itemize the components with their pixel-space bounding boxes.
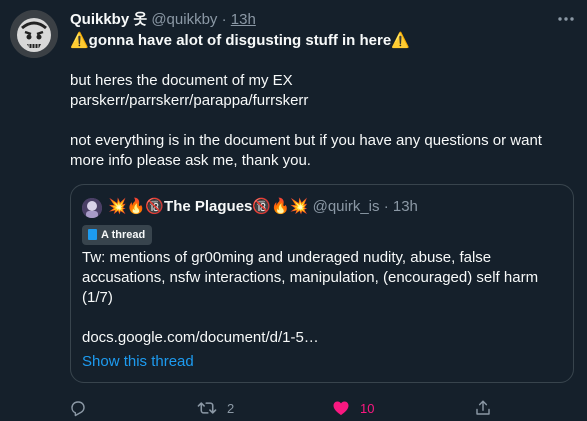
tweet-text-line: but heres the document of my EX bbox=[70, 72, 293, 89]
quoted-tweet-card[interactable]: 💥🔥🔞The Plagues🔞🔥💥 @quirk_is · 13h A thre… bbox=[70, 184, 574, 383]
quoted-author-name: 💥🔥🔞The Plagues🔞🔥💥 bbox=[108, 198, 309, 215]
quoted-timestamp: 13h bbox=[392, 198, 418, 215]
thread-badge-label: A thread bbox=[101, 229, 146, 241]
like-count: 10 bbox=[360, 400, 375, 416]
like-button[interactable]: 10 bbox=[332, 396, 374, 420]
reply-button[interactable] bbox=[69, 396, 97, 420]
tweet-text: ⚠️gonna have alot of disgusting stuff in… bbox=[70, 31, 570, 171]
tweet-header: Quikkby 옷 @quikkby · 13h bbox=[70, 10, 256, 30]
author-avatar[interactable] bbox=[10, 10, 58, 58]
quoted-link[interactable]: docs.google.com/document/d/1-5… bbox=[82, 328, 562, 348]
separator-dot: · bbox=[221, 11, 227, 28]
tweet[interactable]: Quikkby 옷 @quikkby · 13h ⚠️gonna have al… bbox=[0, 0, 587, 421]
share-button[interactable] bbox=[474, 396, 492, 420]
retweet-icon bbox=[197, 402, 217, 414]
author-name[interactable]: Quikkby 옷 bbox=[70, 11, 147, 28]
reply-icon bbox=[71, 401, 85, 417]
action-bar: 2 10 bbox=[0, 396, 587, 420]
tweet-text-line: ⚠️gonna have alot of disgusting stuff in… bbox=[70, 32, 410, 49]
retweet-count: 2 bbox=[227, 400, 235, 416]
retweet-button[interactable]: 2 bbox=[197, 396, 234, 420]
share-icon bbox=[476, 400, 490, 415]
thread-icon bbox=[88, 229, 97, 240]
tweet-text-line: not everything is in the document but if… bbox=[70, 132, 542, 149]
quoted-author-handle: @quirk_is bbox=[312, 198, 380, 215]
tweet-timestamp[interactable]: 13h bbox=[231, 11, 256, 28]
author-avatar-image bbox=[10, 10, 58, 58]
separator-dot: · bbox=[383, 198, 389, 215]
quoted-text-line: (1/7) bbox=[82, 289, 113, 306]
quoted-tweet-text: Tw: mentions of gr00ming and underaged n… bbox=[82, 248, 562, 348]
heart-icon bbox=[333, 401, 349, 416]
author-handle[interactable]: @quikkby bbox=[151, 11, 217, 28]
tweet-text-line: parskerr/parrskerr/parappa/furrskerr bbox=[70, 92, 309, 109]
quoted-avatar-image bbox=[82, 198, 102, 218]
show-thread-link[interactable]: Show this thread bbox=[82, 353, 194, 370]
more-icon bbox=[558, 17, 574, 21]
quoted-text-line: Tw: mentions of gr00ming and underaged n… bbox=[82, 249, 492, 266]
quoted-author-avatar bbox=[82, 198, 102, 218]
thread-badge: A thread bbox=[82, 225, 153, 245]
more-options-button[interactable] bbox=[555, 8, 577, 30]
quoted-text-line: accusations, nsfw interactions, manipula… bbox=[82, 269, 539, 286]
quoted-tweet-header: 💥🔥🔞The Plagues🔞🔥💥 @quirk_is · 13h bbox=[108, 197, 418, 217]
tweet-text-line: more info please ask me, thank you. bbox=[70, 152, 311, 169]
